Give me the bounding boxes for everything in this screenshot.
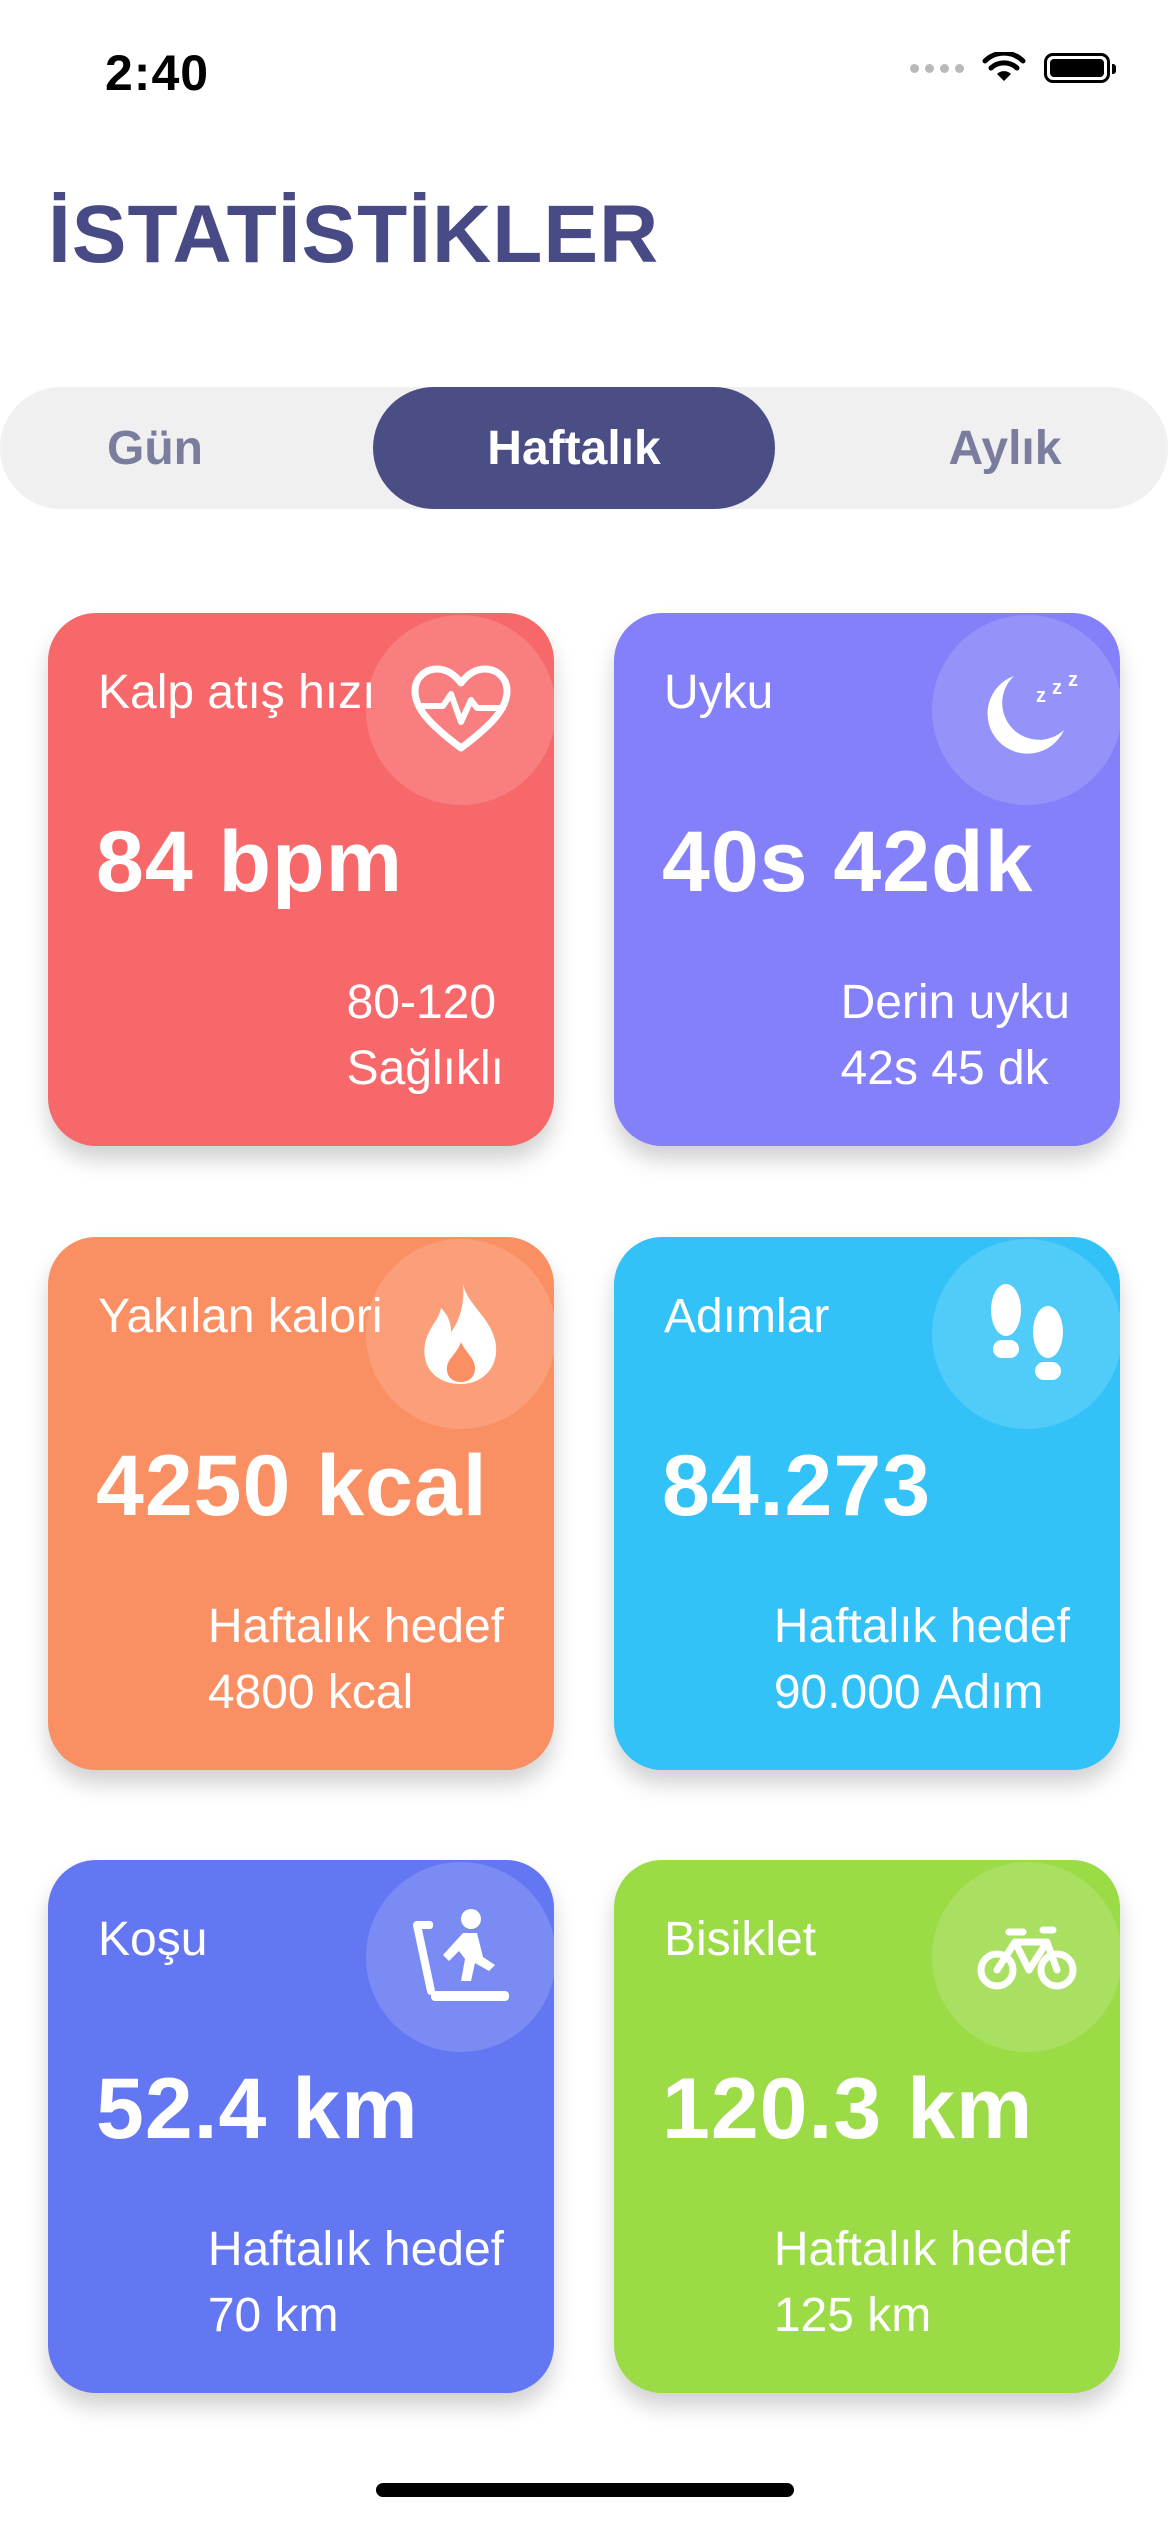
sleep-card[interactable]: Uyku z z z 40s 42dk Derin uyku 42s 45 dk: [614, 613, 1120, 1146]
status-bar: 2:40: [0, 0, 1170, 150]
card-sub-line-2: 4800 kcal: [207, 1666, 414, 1719]
card-title: Uyku: [664, 666, 774, 719]
home-indicator[interactable]: [376, 2483, 794, 2497]
steps-card[interactable]: Adımlar 84.273 Haftalık hedef 90.000 Adı…: [614, 1237, 1120, 1770]
card-sub-line-1: Haftalık hedef: [773, 2223, 1070, 2276]
card-title: Adımlar: [664, 1290, 830, 1343]
cycling-icon-badge: [932, 1862, 1120, 2052]
sleep-icon-badge: z z z: [932, 615, 1120, 805]
cellular-signal-icon: [910, 63, 964, 73]
flame-icon: [424, 1284, 497, 1384]
card-title: Koşu: [98, 1913, 208, 1966]
card-sub-line-1: Haftalık hedef: [207, 1600, 504, 1653]
card-value: 84 bpm: [96, 814, 404, 910]
tab-day[interactable]: Gün: [40, 387, 270, 509]
running-card[interactable]: Koşu 52.4 km Haftalık hedef 70 km: [48, 1860, 554, 2393]
moon-zzz-icon: z z z: [987, 669, 1078, 754]
wifi-icon: [982, 52, 1026, 81]
card-title: Bisiklet: [664, 1913, 817, 1966]
status-time: 2:40: [105, 45, 210, 101]
card-subtitle: Derin uyku 42s 45 dk: [841, 970, 1070, 1102]
card-subtitle: Haftalık hedef 70 km: [208, 2217, 504, 2349]
card-sub-line-1: 80-120: [346, 976, 497, 1029]
heart-rate-card[interactable]: Kalp atış hızı 84 bpm 80-120 Sağlıklı: [48, 613, 554, 1146]
card-sub-line-1: Haftalık hedef: [207, 2223, 504, 2276]
card-title: Yakılan kalori: [98, 1290, 383, 1343]
card-value: 52.4 km: [96, 2061, 419, 2157]
battery-icon: [1044, 53, 1116, 83]
bicycle-icon: [977, 1926, 1077, 1990]
calories-card[interactable]: Yakılan kalori 4250 kcal Haftalık hedef …: [48, 1237, 554, 1770]
running-icon-badge: [366, 1862, 554, 2052]
card-subtitle: Haftalık hedef 4800 kcal: [208, 1594, 504, 1726]
card-sub-line-1: Haftalık hedef: [773, 1600, 1070, 1653]
card-subtitle: Haftalık hedef 90.000 Adım: [774, 1594, 1070, 1726]
svg-text:z: z: [1052, 677, 1062, 699]
card-sub-line-2: Sağlıklı: [346, 1042, 504, 1095]
card-value: 120.3 km: [662, 2061, 1034, 2157]
steps-icon-badge: [932, 1239, 1120, 1429]
card-subtitle: 80-120 Sağlıklı: [347, 970, 504, 1102]
cycling-card[interactable]: Bisiklet 120.3 km Haftalık hedef 125 km: [614, 1860, 1120, 2393]
period-segmented-control: Gün Haftalık Aylık: [0, 387, 1168, 509]
heart-pulse-icon: [411, 665, 511, 752]
svg-text:z: z: [1068, 669, 1078, 691]
calories-icon-badge: [366, 1239, 554, 1429]
card-title: Kalp atış hızı: [98, 666, 376, 719]
card-sub-line-2: 125 km: [773, 2289, 932, 2342]
card-sub-line-2: 70 km: [207, 2289, 339, 2342]
card-sub-line-2: 90.000 Adım: [773, 1666, 1044, 1719]
card-sub-line-2: 42s 45 dk: [840, 1042, 1049, 1095]
card-sub-line-1: Derin uyku: [840, 976, 1070, 1029]
tab-week[interactable]: Haftalık: [373, 387, 775, 509]
card-value: 40s 42dk: [662, 814, 1034, 910]
svg-text:z: z: [1036, 685, 1046, 707]
page-title: İSTATİSTİKLER: [48, 189, 660, 280]
card-value: 84.273: [662, 1438, 932, 1534]
status-icons: [910, 52, 1116, 84]
tab-month[interactable]: Aylık: [890, 387, 1120, 509]
treadmill-icon: [413, 1909, 509, 2001]
heart-icon-badge: [366, 615, 554, 805]
card-value: 4250 kcal: [96, 1438, 488, 1534]
card-subtitle: Haftalık hedef 125 km: [774, 2217, 1070, 2349]
footprints-icon: [991, 1284, 1063, 1380]
